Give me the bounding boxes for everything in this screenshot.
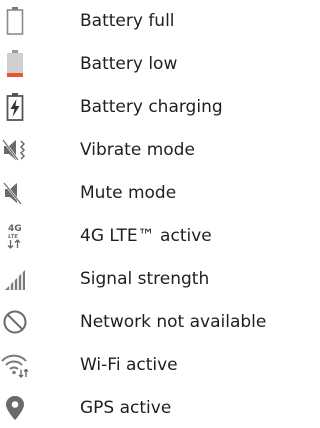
list-item: Mute mode <box>0 172 290 213</box>
battery-charging-icon <box>0 90 30 124</box>
list-item: Battery full <box>0 0 290 41</box>
network-unavailable-icon <box>0 305 30 339</box>
list-item: Wi-Fi active <box>0 344 290 385</box>
4g-lte-icon-text-mid: LTE <box>8 234 18 240</box>
signal-strength-icon <box>0 262 30 296</box>
list-item-label: Battery low <box>80 53 178 74</box>
vibrate-mode-icon <box>0 133 30 167</box>
list-item-label: Battery charging <box>80 96 223 117</box>
list-item-label: 4G LTE™ active <box>80 225 212 246</box>
list-item-label: GPS active <box>80 397 172 418</box>
list-item-label: Mute mode <box>80 182 177 203</box>
list-item: Network not available <box>0 301 290 342</box>
gps-active-icon <box>0 391 30 425</box>
4g-lte-icon-text-top: 4G <box>8 224 22 234</box>
list-item-label: Vibrate mode <box>80 139 195 160</box>
list-item: Signal strength <box>0 258 290 299</box>
wifi-active-icon <box>0 348 30 382</box>
list-item: Battery charging <box>0 86 290 127</box>
list-item-label: Network not available <box>80 311 267 332</box>
list-item-label: Signal strength <box>80 268 210 289</box>
list-item-label: Battery full <box>80 10 175 31</box>
battery-low-icon <box>0 47 30 81</box>
list-item-label: Wi-Fi active <box>80 354 178 375</box>
list-item: Vibrate mode <box>0 129 290 170</box>
status-icon-legend: Battery full Battery low Battery chargin… <box>0 0 290 426</box>
list-item: 4G LTE 4G LTE™ active <box>0 215 290 256</box>
4g-lte-icon: 4G LTE <box>0 219 30 253</box>
list-item: GPS active <box>0 387 290 428</box>
mute-mode-icon <box>0 176 30 210</box>
list-item: Battery low <box>0 43 290 84</box>
battery-full-icon <box>0 4 30 38</box>
